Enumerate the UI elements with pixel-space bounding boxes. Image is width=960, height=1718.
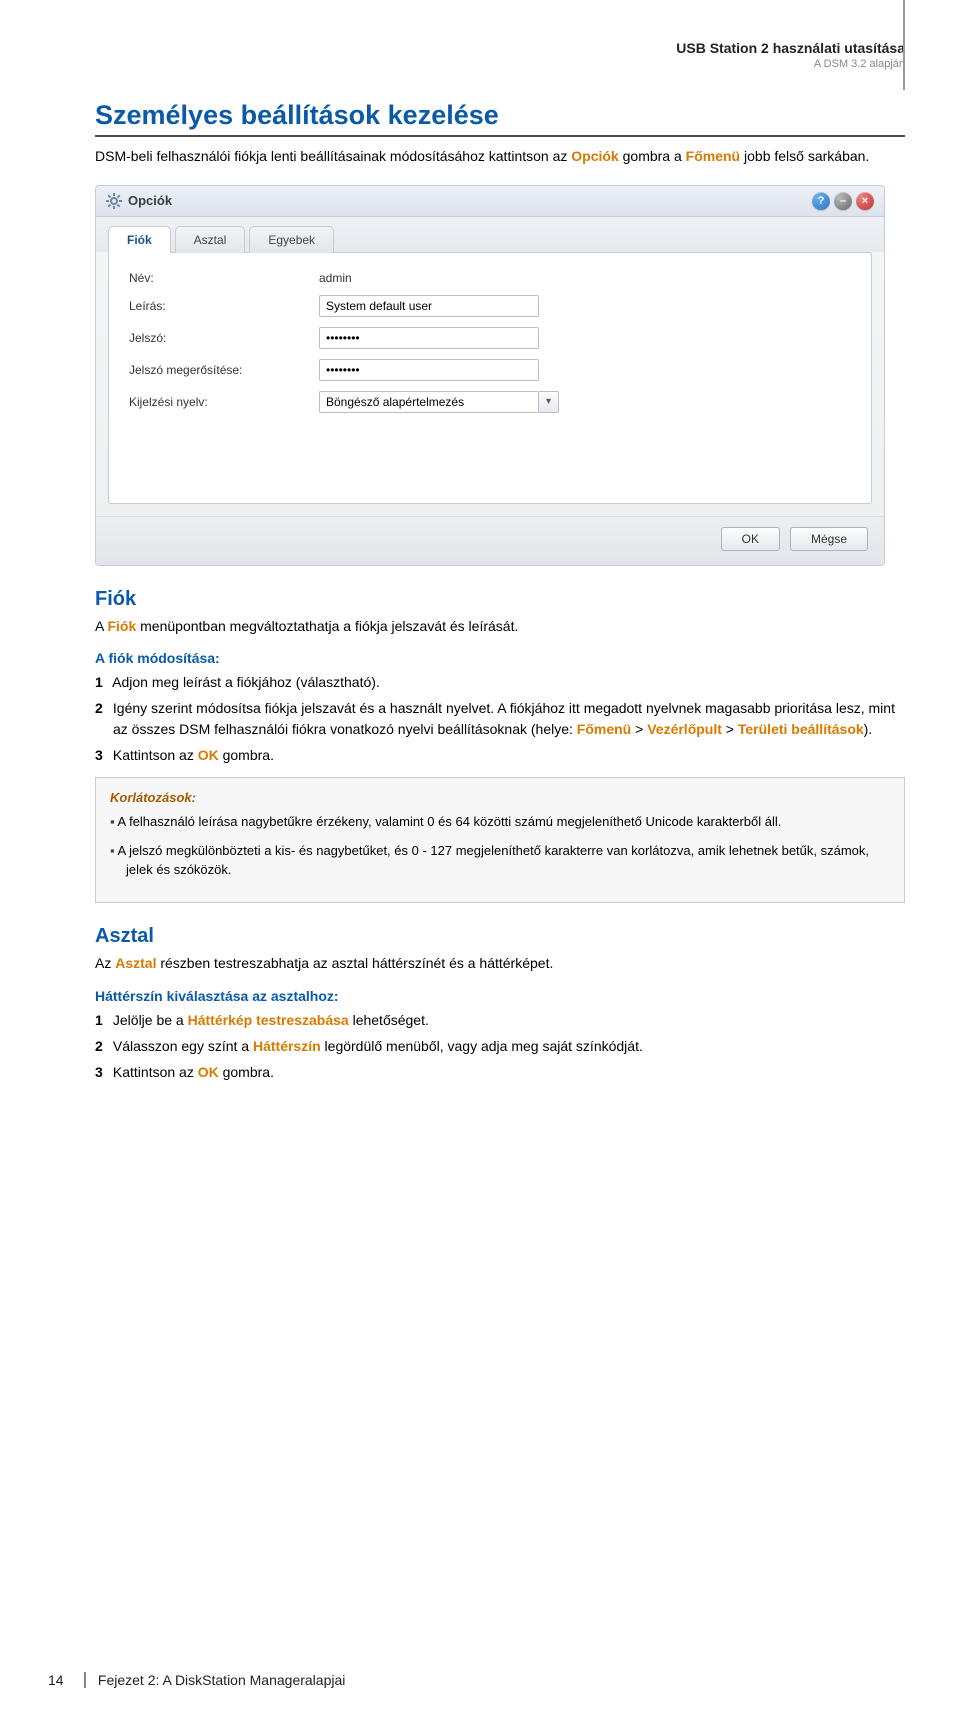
asztal-step-2: 2 Válasszon egy színt a Háttérszín legör… — [95, 1036, 905, 1056]
fiok-step-2b: ). — [864, 721, 873, 737]
gear-icon — [106, 193, 122, 209]
page-number: 14 — [48, 1672, 76, 1688]
pw2-label: Jelszó megerősítése: — [129, 363, 319, 377]
gt2: > — [722, 721, 738, 737]
fiok-step-3b: gombra. — [219, 747, 274, 763]
asztal-step-3: 3 Kattintson az OK gombra. — [95, 1062, 905, 1082]
header-rule — [903, 0, 905, 90]
intro-pre: DSM-beli felhasználói fiókja lenti beáll… — [95, 148, 571, 164]
lang-value[interactable] — [319, 391, 539, 413]
doc-subtitle: A DSM 3.2 alapján — [95, 58, 905, 70]
lang-label: Kijelzési nyelv: — [129, 395, 319, 409]
tab-asztal[interactable]: Asztal — [175, 226, 246, 253]
asztal-s3a: Kattintson az — [113, 1064, 198, 1080]
kw-fomenu: Főmenü — [686, 148, 740, 164]
dialog-footer: OK Mégse — [96, 516, 884, 565]
asztal-s2a: Válasszon egy színt a — [113, 1038, 253, 1054]
cancel-button[interactable]: Mégse — [790, 527, 868, 551]
limitation-2: A jelszó megkülönbözteti a kis- és nagyb… — [110, 842, 890, 880]
close-icon[interactable]: × — [856, 192, 874, 210]
asztal-heading: Asztal — [95, 925, 905, 948]
fiok-para-post: menüpontban megváltoztathatja a fiókja j… — [136, 618, 518, 634]
kw-ok: OK — [198, 747, 219, 763]
fiok-step-1-text: Adjon meg leírást a fiókjához (választha… — [112, 674, 380, 690]
kw-fomenu-2: Főmenü — [577, 721, 631, 737]
limitation-1: A felhasználó leírása nagybetűkre érzéke… — [110, 813, 890, 832]
kw-teruleti: Területi beállítások — [738, 721, 864, 737]
intro-text: DSM-beli felhasználói fiókja lenti beáll… — [95, 147, 905, 167]
asztal-s2b: legördülő menüből, vagy adja meg saját s… — [321, 1038, 643, 1054]
kw-vezerlopult: Vezérlőpult — [647, 721, 722, 737]
kw-ok-2: OK — [198, 1064, 219, 1080]
asztal-s1a: Jelölje be a — [113, 1012, 188, 1028]
dialog-titlebar[interactable]: Opciók ? – × — [96, 186, 884, 217]
asztal-sub: Háttérszín kiválasztása az asztalhoz: — [95, 988, 905, 1004]
desc-label: Leírás: — [129, 299, 319, 313]
dialog-tabs: Fiók Asztal Egyebek — [96, 217, 884, 252]
name-value: admin — [319, 271, 352, 285]
options-dialog: Opciók ? – × Fiók Asztal Egyebek Név: ad… — [95, 185, 885, 566]
fiok-step-3a: Kattintson az — [113, 747, 198, 763]
asztal-para: Az Asztal részben testreszabhatja az asz… — [95, 954, 905, 974]
limitations-box: Korlátozások: A felhasználó leírása nagy… — [95, 777, 905, 903]
tab-fiok[interactable]: Fiók — [108, 226, 171, 253]
doc-header: USB Station 2 használati utasítása A DSM… — [95, 40, 905, 70]
asztal-step-1: 1 Jelölje be a Háttérkép testreszabása l… — [95, 1010, 905, 1030]
chevron-down-icon[interactable]: ▾ — [539, 391, 559, 413]
desc-input[interactable] — [319, 295, 539, 317]
asztal-para-post: részben testreszabhatja az asztal háttér… — [156, 955, 553, 971]
kw-hatterszin: Háttérszín — [253, 1038, 321, 1054]
ok-button[interactable]: OK — [721, 527, 780, 551]
lang-select[interactable]: ▾ — [319, 391, 559, 413]
password-input[interactable] — [319, 327, 539, 349]
fiok-para-pre: A — [95, 618, 107, 634]
page-footer: 14 Fejezet 2: A DiskStation Manageralapj… — [48, 1672, 345, 1688]
limitations-title: Korlátozások: — [110, 790, 890, 805]
kw-fiok: Fiók — [107, 618, 136, 634]
asztal-s3b: gombra. — [219, 1064, 274, 1080]
help-icon[interactable]: ? — [812, 192, 830, 210]
password-confirm-input[interactable] — [319, 359, 539, 381]
fiok-step-3: 3 Kattintson az OK gombra. — [95, 745, 905, 765]
intro-post: jobb felső sarkában. — [740, 148, 869, 164]
fiok-heading: Fiók — [95, 588, 905, 611]
chapter-label: Fejezet 2: A DiskStation Manageralapjai — [84, 1672, 345, 1688]
dialog-title: Opciók — [128, 193, 172, 208]
doc-title: USB Station 2 használati utasítása — [95, 40, 905, 56]
gt1: > — [631, 721, 647, 737]
pw-label: Jelszó: — [129, 331, 319, 345]
fiok-para: A Fiók menüpontban megváltoztathatja a f… — [95, 617, 905, 637]
intro-mid: gombra a — [619, 148, 686, 164]
fiok-mod-heading: A fiók módosítása: — [95, 650, 905, 666]
kw-opciok: Opciók — [571, 148, 618, 164]
fiok-steps: 1 Adjon meg leírást a fiókjához (választ… — [95, 672, 905, 765]
dialog-body: Név: admin Leírás: Jelszó: Jelszó megerő… — [108, 252, 872, 504]
name-label: Név: — [129, 271, 319, 285]
tab-egyebek[interactable]: Egyebek — [249, 226, 334, 253]
fiok-step-1: 1 Adjon meg leírást a fiókjához (választ… — [95, 672, 905, 692]
kw-asztal: Asztal — [115, 955, 156, 971]
kw-hatterkep: Háttérkép testreszabása — [188, 1012, 349, 1028]
asztal-s1b: lehetőséget. — [349, 1012, 429, 1028]
asztal-steps: 1 Jelölje be a Háttérkép testreszabása l… — [95, 1010, 905, 1083]
fiok-step-2: 2 Igény szerint módosítsa fiókja jelszav… — [95, 698, 905, 739]
minimize-icon[interactable]: – — [834, 192, 852, 210]
asztal-para-pre: Az — [95, 955, 115, 971]
section-title: Személyes beállítások kezelése — [95, 100, 905, 137]
